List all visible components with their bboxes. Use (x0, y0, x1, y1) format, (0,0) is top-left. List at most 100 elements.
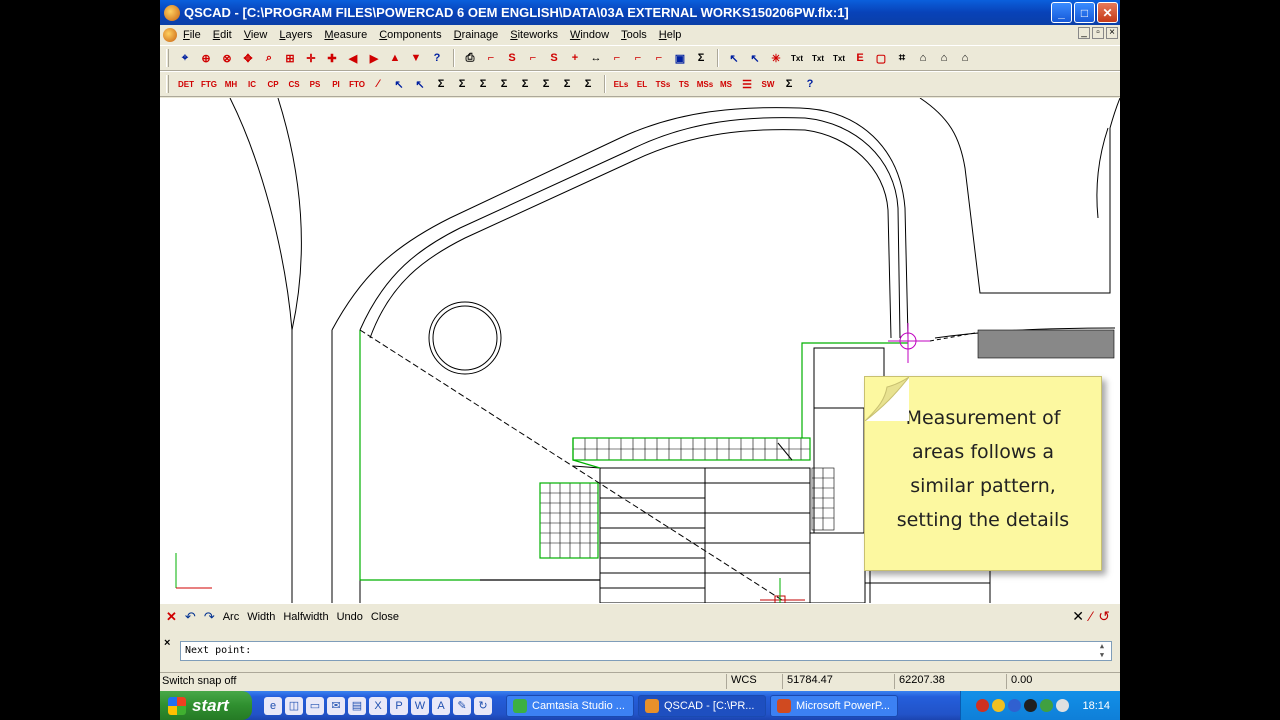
start-button[interactable]: start (160, 691, 252, 720)
ic-button[interactable]: IC (242, 74, 262, 94)
width-option[interactable]: Width (247, 611, 275, 623)
toolbar-grip[interactable] (166, 49, 169, 67)
menu-edit[interactable]: Edit (213, 29, 232, 41)
menu-help[interactable]: Help (659, 29, 682, 41)
lock-icon[interactable]: ⌂ (955, 48, 975, 68)
list-icon[interactable]: ☰ (737, 74, 757, 94)
open-icon[interactable]: ⌂ (913, 48, 933, 68)
tss-button[interactable]: TSs (653, 74, 673, 94)
dimension-icon[interactable]: ↔ (586, 48, 606, 68)
select-e2-icon[interactable]: ↖ (389, 74, 409, 94)
sum-cs-icon[interactable]: Σ (494, 74, 514, 94)
tray-warning-icon[interactable] (992, 699, 1006, 712)
folder-icon[interactable]: ▤ (348, 696, 366, 715)
title-bar[interactable]: QSCAD - [C:\PROGRAM FILES\POWERCAD 6 OEM… (160, 0, 1120, 25)
close-option[interactable]: Close (371, 611, 399, 623)
menu-drainage[interactable]: Drainage (454, 29, 499, 41)
sw-button[interactable]: SW (758, 74, 778, 94)
step-s-icon[interactable]: S (502, 48, 522, 68)
arrow-right-icon[interactable]: ▶ (364, 48, 384, 68)
word-icon[interactable]: W (411, 696, 429, 715)
arc-mode-icon[interactable]: ↺ (1098, 608, 1110, 625)
star-icon[interactable]: ✳ (766, 48, 786, 68)
text-c-icon[interactable]: Txt (808, 48, 828, 68)
drawing-canvas[interactable]: Measurement of areas follows a similar p… (160, 98, 1120, 603)
select-d2-icon[interactable]: ↖ (410, 74, 430, 94)
mdi-minimize-icon[interactable]: _ (1078, 27, 1090, 39)
frame-icon[interactable]: ▢ (871, 48, 891, 68)
outlook-icon[interactable]: ✉ (327, 696, 345, 715)
arrow-down-icon[interactable]: ▼ (406, 48, 426, 68)
sum-ic-icon[interactable]: Σ (452, 74, 472, 94)
step-line-icon[interactable]: ⌐ (481, 48, 501, 68)
pan-icon[interactable]: ✥ (238, 48, 258, 68)
maximize-button[interactable]: □ (1074, 2, 1095, 23)
zoom-window-icon[interactable]: ⊗ (217, 48, 237, 68)
ie-icon[interactable]: e (264, 696, 282, 715)
powerpoint-icon[interactable]: P (390, 696, 408, 715)
arc-option[interactable]: Arc (223, 611, 240, 623)
prompt-close-icon[interactable]: × (164, 637, 170, 649)
task-qscad[interactable]: QSCAD - [C:\PR... (638, 694, 766, 717)
cs-button[interactable]: CS (284, 74, 304, 94)
polyline-rb-icon[interactable]: ⌐ (649, 48, 669, 68)
help2-icon[interactable]: ? (800, 74, 820, 94)
mh-button[interactable]: MH (221, 74, 241, 94)
mdi-close-icon[interactable]: × (1106, 27, 1118, 39)
print-icon[interactable]: ⎙ (460, 48, 480, 68)
task-powerpoint[interactable]: Microsoft PowerP... (770, 694, 898, 717)
refresh-icon[interactable]: ↻ (474, 696, 492, 715)
task-camtasia[interactable]: Camtasia Studio ... (506, 694, 634, 717)
move-all-icon[interactable]: ✛ (301, 48, 321, 68)
ftg-button[interactable]: FTG (198, 74, 220, 94)
acrobat-icon[interactable]: A (432, 696, 450, 715)
document-icon[interactable] (163, 28, 177, 42)
fto-button[interactable]: FTO (347, 74, 367, 94)
sum-mh-icon[interactable]: Σ (431, 74, 451, 94)
zoom-in-icon[interactable]: ⊕ (196, 48, 216, 68)
el-button[interactable]: EL (632, 74, 652, 94)
folder-icon[interactable]: ⌂ (934, 48, 954, 68)
cancel-icon[interactable]: ✕ (166, 609, 177, 625)
add-point-icon[interactable]: + (565, 48, 585, 68)
arrow-up-icon[interactable]: ▲ (385, 48, 405, 68)
ps-button[interactable]: PS (305, 74, 325, 94)
corner-icon[interactable]: ⌐ (523, 48, 543, 68)
text-ee-icon[interactable]: Txt (829, 48, 849, 68)
line-mode-icon[interactable]: ⁄ (1090, 608, 1092, 625)
sum-ps-icon[interactable]: Σ (515, 74, 535, 94)
sum-sw-icon[interactable]: Σ (779, 74, 799, 94)
tray-security-icon[interactable] (1024, 699, 1038, 712)
tray-record-icon[interactable] (976, 699, 990, 712)
cp-button[interactable]: CP (263, 74, 283, 94)
snap-tool-icon[interactable]: ⌖ (175, 48, 195, 68)
cancel-command-icon[interactable]: ✕ (1072, 608, 1084, 625)
pi-button[interactable]: PI (326, 74, 346, 94)
tag-icon[interactable]: ⌗ (892, 48, 912, 68)
menu-tools[interactable]: Tools (621, 29, 647, 41)
sum-p-icon[interactable]: Σ (578, 74, 598, 94)
mdi-restore-icon[interactable]: ▫ (1092, 27, 1104, 39)
tool-icon[interactable]: ✎ (453, 696, 471, 715)
desktop-icon[interactable]: ▭ (306, 696, 324, 715)
draw-pipe-icon[interactable]: ⁄ (368, 74, 388, 94)
ms-button[interactable]: MS (716, 74, 736, 94)
arrow-left-icon[interactable]: ◀ (343, 48, 363, 68)
ts-button[interactable]: TS (674, 74, 694, 94)
sum-cp-icon[interactable]: Σ (473, 74, 493, 94)
toolbar-grip[interactable] (166, 75, 169, 93)
zoom-icon[interactable]: ⌕ (259, 48, 279, 68)
scroll-spinner-icon[interactable]: ▲ ▼ (1095, 642, 1109, 660)
halfwidth-option[interactable]: Halfwidth (283, 611, 328, 623)
tray-network-icon[interactable] (1008, 699, 1022, 712)
edit-e-icon[interactable]: E (850, 48, 870, 68)
sum-fto-icon[interactable]: Σ (557, 74, 577, 94)
close-button[interactable]: ✕ (1097, 2, 1118, 23)
menu-view[interactable]: View (244, 29, 268, 41)
move-cross-icon[interactable]: ✚ (322, 48, 342, 68)
menu-file[interactable]: File (183, 29, 201, 41)
mss-button[interactable]: MSs (695, 74, 715, 94)
area-tool-icon[interactable]: ▣ (670, 48, 690, 68)
command-line-input[interactable]: Next point: ▲ ▼ (180, 641, 1112, 661)
tray-sync-icon[interactable] (1040, 699, 1054, 712)
